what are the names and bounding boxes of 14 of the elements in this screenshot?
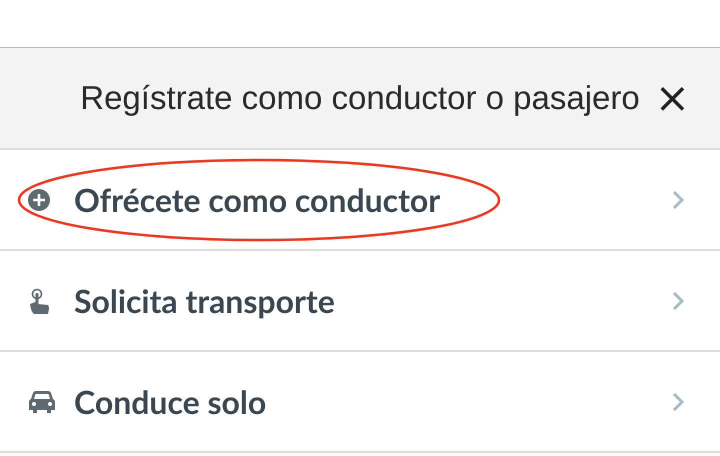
chevron-right-icon — [672, 190, 684, 210]
menu-item[interactable]: Solicita transporte — [0, 251, 720, 352]
plus-circle-icon — [28, 188, 50, 210]
tapping-hand-icon — [28, 288, 50, 314]
car-icon — [28, 390, 56, 414]
menu-item-label: Conduce solo — [74, 380, 266, 422]
menu-item-label: Ofrécete como conductor — [74, 178, 440, 220]
menu-item[interactable]: Ofrécete como conductor — [0, 150, 720, 251]
chevron-right-icon — [672, 290, 684, 310]
close-button[interactable]: × — [654, 74, 690, 122]
chevron-right-icon — [672, 392, 684, 412]
menu-item[interactable]: Conduce solo — [0, 352, 720, 453]
dialog-title: Regístrate como conductor o pasajero — [80, 78, 640, 118]
menu-item-label: Solicita transporte — [74, 280, 335, 322]
